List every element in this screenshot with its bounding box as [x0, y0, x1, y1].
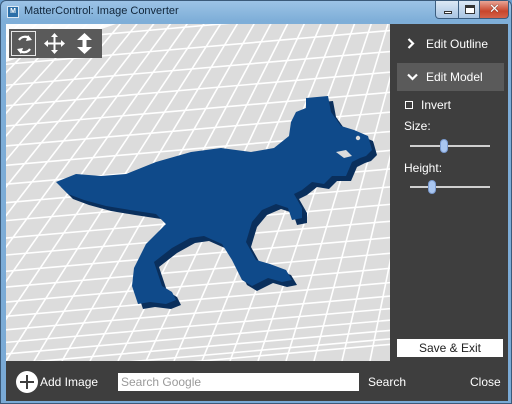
- invert-checkbox[interactable]: [405, 101, 413, 109]
- size-label: Size:: [404, 119, 431, 133]
- height-label: Height:: [404, 161, 443, 175]
- 3d-viewport[interactable]: [6, 24, 390, 361]
- edit-model-button[interactable]: Edit Model: [397, 63, 504, 91]
- bottom-bar: Add Image Search Close: [6, 361, 508, 401]
- client-area: Edit Outline Edit Model Invert Size: Hei…: [6, 24, 508, 401]
- add-image-label: Add Image: [40, 375, 99, 389]
- minimize-button[interactable]: [435, 1, 459, 19]
- close-button[interactable]: Close: [470, 375, 501, 389]
- chevron-right-icon: [407, 38, 415, 49]
- maximize-icon: [465, 5, 475, 14]
- size-slider-track: [410, 145, 490, 147]
- close-window-button[interactable]: ✕: [479, 1, 509, 19]
- invert-label: Invert: [421, 98, 452, 112]
- app-window: M MatterControl: Image Converter ✕ Edit …: [0, 0, 512, 404]
- save-exit-button[interactable]: Save & Exit: [397, 339, 503, 357]
- view-toolbar: [9, 29, 102, 58]
- add-circle-icon: [16, 371, 38, 393]
- maximize-button[interactable]: [458, 1, 480, 19]
- minimize-icon: [444, 11, 452, 14]
- size-slider-thumb[interactable]: [440, 139, 448, 153]
- chevron-down-icon: [407, 73, 418, 81]
- height-slider-track: [410, 186, 490, 188]
- edit-model-label: Edit Model: [426, 70, 483, 84]
- build-plate-grid: [6, 24, 390, 361]
- search-input[interactable]: [118, 373, 359, 391]
- zoom-view-button[interactable]: [72, 31, 97, 56]
- height-slider-thumb[interactable]: [428, 180, 436, 194]
- move-view-button[interactable]: [42, 31, 67, 56]
- height-slider[interactable]: [410, 180, 490, 194]
- rotate-view-button[interactable]: [11, 31, 36, 56]
- close-icon: ✕: [489, 1, 500, 16]
- window-title: MatterControl: Image Converter: [24, 5, 179, 17]
- settings-panel: Edit Outline Edit Model Invert Size: Hei…: [392, 24, 508, 361]
- rotate-view-icon: [17, 35, 32, 54]
- edit-outline-label: Edit Outline: [426, 37, 489, 51]
- search-button[interactable]: Search: [368, 375, 406, 389]
- zoom-view-icon: [77, 33, 92, 54]
- edit-outline-button[interactable]: Edit Outline: [397, 30, 504, 58]
- mattercontrol-app-icon: M: [7, 6, 19, 18]
- title-bar[interactable]: M MatterControl: Image Converter ✕: [1, 1, 511, 23]
- size-slider[interactable]: [410, 139, 490, 153]
- move-view-icon: [44, 33, 65, 54]
